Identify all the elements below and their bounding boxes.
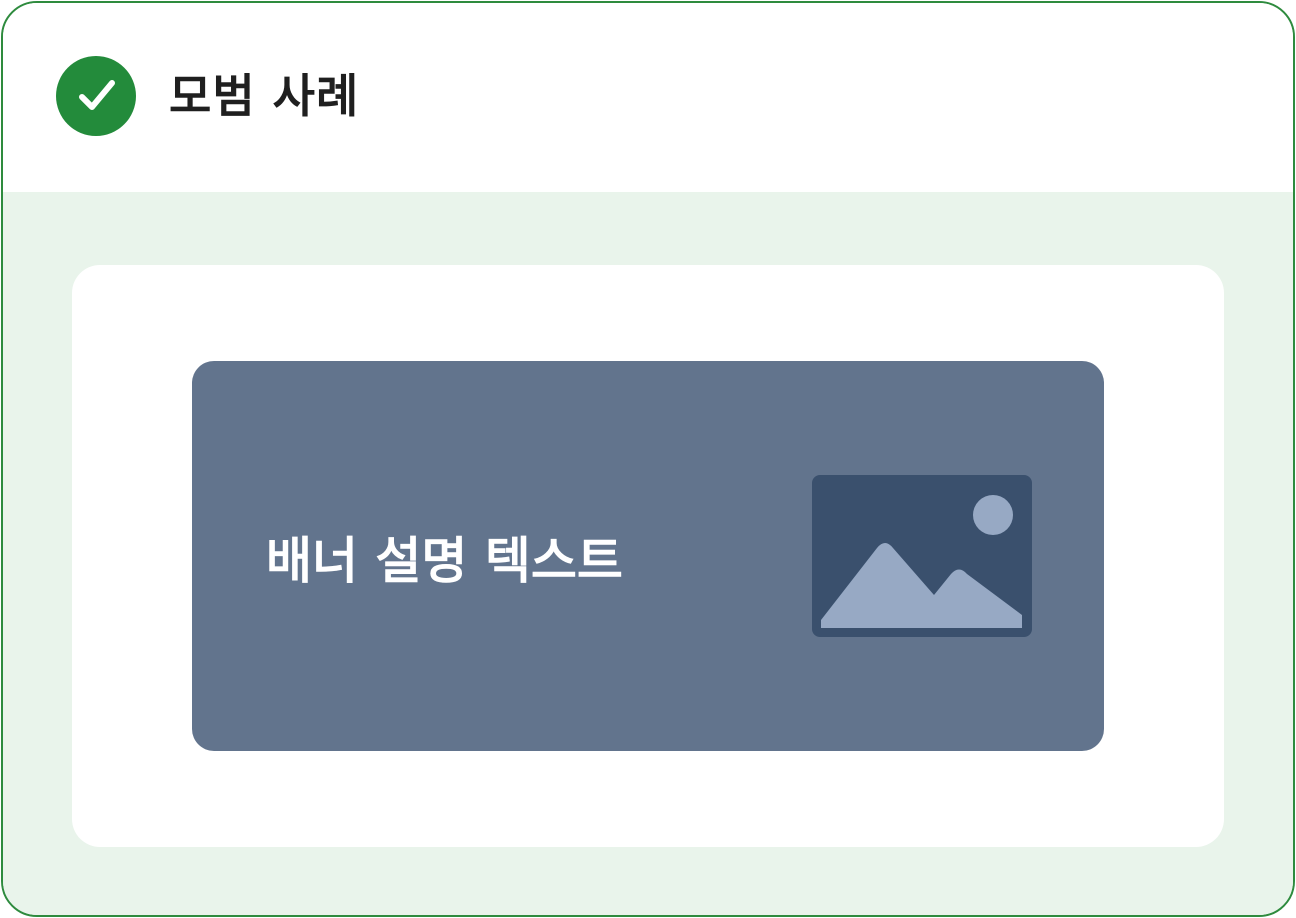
- banner-text: 배너 설명 텍스트: [266, 531, 623, 590]
- card-header: 모범 사례: [3, 3, 1293, 192]
- example-area: 배너 설명 텍스트: [3, 192, 1293, 915]
- image-placeholder-icon: [812, 475, 1032, 637]
- best-practice-card: 모범 사례 배너 설명 텍스트: [1, 1, 1295, 917]
- example-canvas: 배너 설명 텍스트: [72, 265, 1224, 847]
- card-title: 모범 사례: [169, 69, 360, 123]
- check-circle-icon: [56, 56, 136, 136]
- banner: 배너 설명 텍스트: [192, 361, 1104, 751]
